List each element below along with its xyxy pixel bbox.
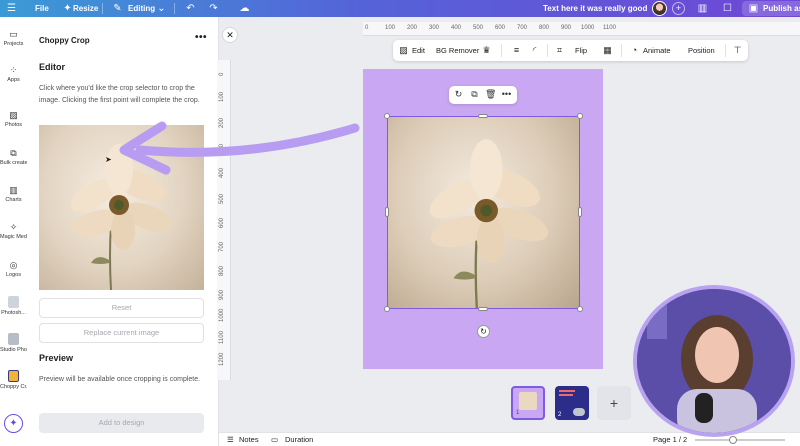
thumb-image [573,408,585,416]
thumb-text [559,390,575,392]
notes-icon: ☰ [227,435,234,444]
zoom-slider[interactable] [695,439,785,441]
page-thumbnail-2[interactable]: 2 [555,386,589,420]
page-number: 2 [558,412,562,418]
webcam-overlay [633,285,795,437]
page-indicator[interactable]: Page 1 / 2 [653,433,687,446]
notes-button[interactable]: Notes [239,433,259,446]
page-thumbnail-1[interactable]: 1 [511,386,545,420]
duration-button[interactable]: Duration [285,433,313,446]
page-number: 1 [516,410,520,416]
duration-icon: ▭ [271,435,279,444]
presenter-video [637,289,791,433]
thumb-image [519,392,537,410]
thumb-text [559,394,573,396]
zoom-slider-thumb[interactable] [729,436,737,444]
add-page-button[interactable]: + [597,386,631,420]
